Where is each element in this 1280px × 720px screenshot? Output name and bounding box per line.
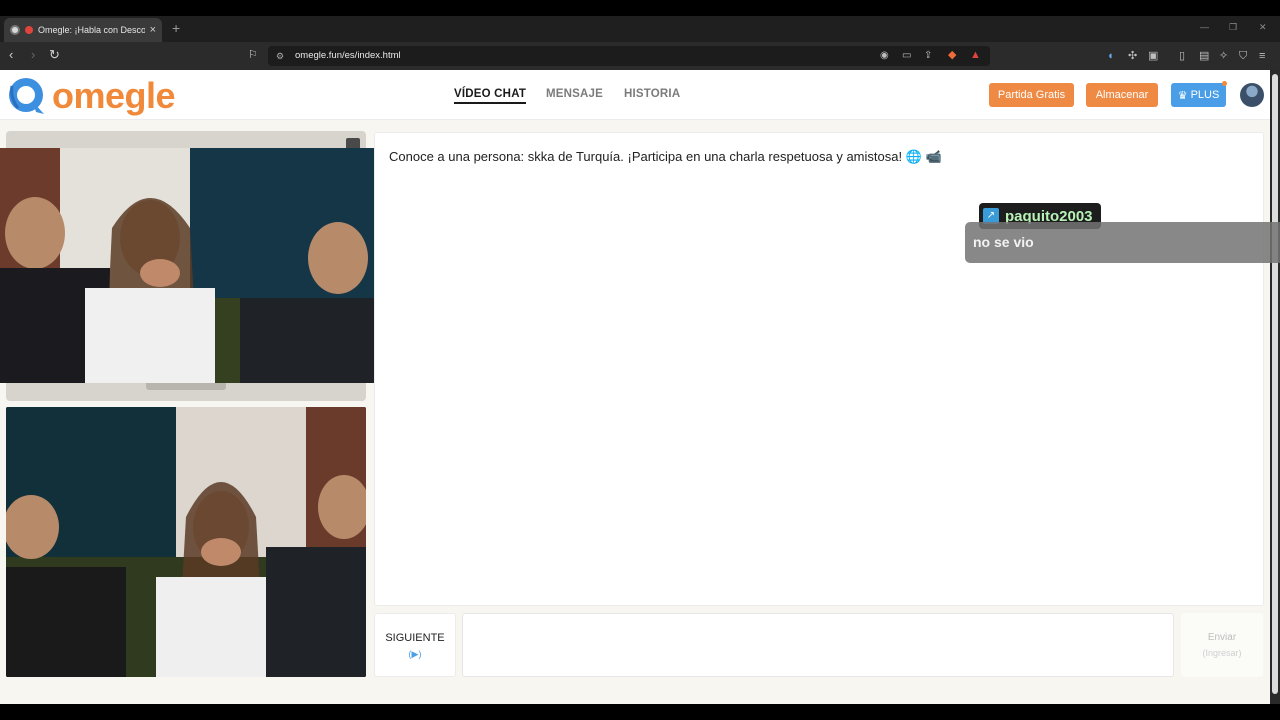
browser-tab[interactable]: Omegle: ¡Habla con Descono × (4, 18, 162, 42)
next-hint: (▶) (408, 649, 422, 659)
screen-bottom-letterbox (0, 704, 1280, 720)
bookmark-icon[interactable]: ⚐ (248, 48, 258, 62)
url-text: omegle.fun/es/index.html (295, 50, 401, 61)
rewards-icon[interactable]: ▲ (970, 48, 981, 62)
store-label: Almacenar (1095, 89, 1149, 101)
translate-icon[interactable]: ▣ (1148, 49, 1158, 63)
site-header: omegle VÍDEO CHAT MENSAJE HISTORIA Parti… (0, 70, 1270, 120)
browser-tabstrip: Omegle: ¡Habla con Descono × + — ❐ ✕ (0, 16, 1280, 42)
store-button[interactable]: Almacenar (1086, 83, 1158, 107)
sidebar-icon[interactable]: ▯ (1179, 49, 1185, 63)
wallet-icon[interactable]: ▤ (1199, 49, 1209, 63)
nav-mensaje[interactable]: MENSAJE (546, 88, 603, 100)
web-page: omegle VÍDEO CHAT MENSAJE HISTORIA Parti… (0, 70, 1270, 704)
logo-text: omegle (52, 75, 176, 116)
omegle-logo[interactable]: omegle (6, 76, 176, 116)
send-label: Enviar (1207, 632, 1237, 643)
free-game-label: Partida Gratis (997, 89, 1066, 101)
self-video (6, 407, 366, 677)
leo-icon[interactable]: ✧ (1219, 49, 1228, 63)
stream-camera-frame (0, 148, 390, 383)
plus-button[interactable]: ♛ PLUS (1171, 83, 1226, 107)
audio-icon[interactable]: ◖ (1107, 49, 1114, 63)
reload-icon[interactable]: ↻ (49, 48, 60, 62)
scrollbar-thumb[interactable] (1272, 74, 1278, 694)
share-icon[interactable]: ⇪ (924, 49, 932, 63)
chat-log: Conoce a una persona: skka de Turquía. ¡… (374, 132, 1264, 606)
message-input[interactable] (462, 613, 1174, 677)
notification-dot (1222, 81, 1227, 86)
browser-toolbar: ‹ › ↻ ⚐ ⚙ omegle.fun/es/index.html ◉ ▭ ⇪… (0, 42, 1280, 70)
maximize-button[interactable]: ❐ (1229, 22, 1237, 33)
recording-indicator-icon (25, 26, 33, 34)
minimize-button[interactable]: — (1200, 22, 1209, 32)
tab-title: Omegle: ¡Habla con Descono (38, 25, 145, 35)
site-info-icon[interactable]: ⚙ (276, 51, 286, 61)
plus-label: PLUS (1190, 89, 1220, 101)
cast-icon[interactable]: ▭ (902, 49, 911, 63)
menu-icon[interactable]: ≡ (1259, 49, 1265, 63)
broadcast-icon[interactable]: ◉ (880, 49, 889, 63)
vpn-icon[interactable]: ⛉ (1239, 49, 1247, 63)
self-video-frame (6, 407, 366, 677)
logo-mark-icon (9, 78, 44, 114)
extensions-icon[interactable]: ✣ (1128, 49, 1137, 63)
free-game-button[interactable]: Partida Gratis (989, 83, 1074, 107)
close-window-button[interactable]: ✕ (1259, 22, 1267, 33)
stream-chat-message: no se vio (965, 222, 1280, 263)
new-tab-button[interactable]: + (172, 20, 180, 36)
address-bar[interactable]: ⚙ omegle.fun/es/index.html ◉ ▭ ⇪ ◆ ▲ (268, 46, 990, 66)
nav-video-chat[interactable]: VÍDEO CHAT (454, 88, 527, 104)
screen-top-letterbox (0, 0, 1280, 16)
site-favicon-icon (10, 25, 20, 35)
send-hint: (Ingresar) (1202, 648, 1242, 658)
brave-shield-icon[interactable]: ◆ (948, 48, 956, 62)
crown-icon: ♛ (1177, 89, 1188, 102)
next-label: SIGUIENTE (385, 632, 445, 644)
nav-historia[interactable]: HISTORIA (624, 88, 680, 100)
back-icon[interactable]: ‹ (9, 48, 13, 62)
next-button[interactable]: SIGUIENTE (▶) (374, 613, 456, 677)
stream-camera-overlay (0, 148, 390, 383)
chat-intro-message: Conoce a una persona: skka de Turquía. ¡… (389, 149, 942, 164)
user-avatar[interactable] (1240, 83, 1264, 107)
stream-message-text: no se vio (973, 234, 1034, 250)
forward-icon[interactable]: › (31, 48, 35, 62)
tab-close-icon[interactable]: × (150, 24, 156, 36)
page-scrollbar[interactable] (1270, 70, 1280, 704)
send-button[interactable]: Enviar (Ingresar) (1181, 613, 1263, 677)
